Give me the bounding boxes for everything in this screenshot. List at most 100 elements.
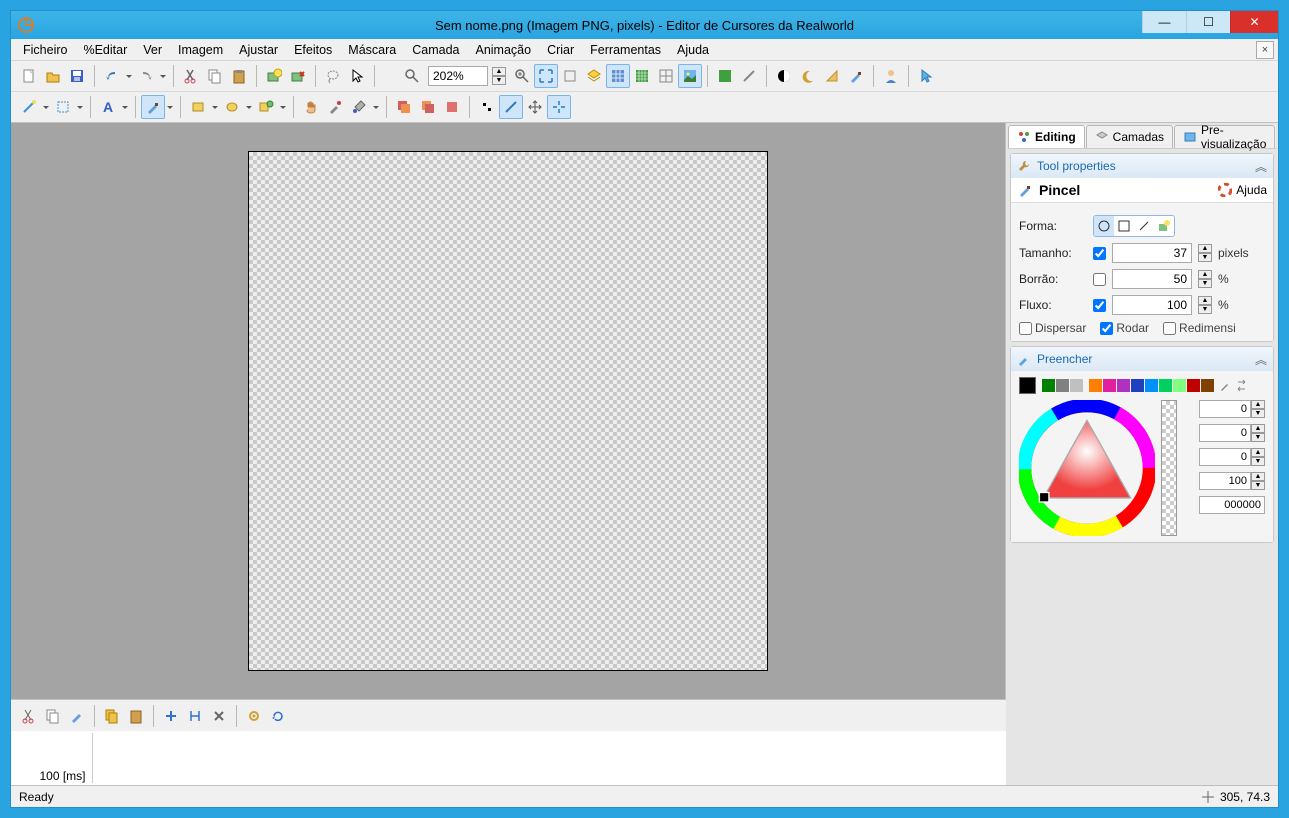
cursor-test-icon[interactable]	[914, 64, 938, 88]
c2-up[interactable]: ▲	[1251, 424, 1265, 433]
c2-down[interactable]: ▼	[1251, 433, 1265, 442]
contrast-icon[interactable]	[772, 64, 796, 88]
tab-editing[interactable]: Editing	[1008, 125, 1085, 148]
undo-dropdown[interactable]	[124, 72, 134, 81]
c1-up[interactable]: ▲	[1251, 400, 1265, 409]
grid-toggle-3[interactable]	[654, 64, 678, 88]
color-wheel[interactable]	[1019, 400, 1155, 536]
image-toggle[interactable]	[678, 64, 702, 88]
resize-checkbox[interactable]: Redimensi	[1163, 321, 1236, 335]
blur-input[interactable]	[1112, 269, 1192, 289]
size-down[interactable]: ▼	[1198, 253, 1212, 262]
layer-back-tool[interactable]	[416, 95, 440, 119]
shape-diagonal[interactable]	[1134, 216, 1154, 236]
moon-icon[interactable]	[796, 64, 820, 88]
layer-merge-tool[interactable]	[440, 95, 464, 119]
brush-dropdown[interactable]	[165, 103, 175, 112]
undo-button[interactable]	[100, 64, 124, 88]
menu-ferramentas[interactable]: Ferramentas	[582, 41, 669, 59]
c3-up[interactable]: ▲	[1251, 448, 1265, 457]
eyedropper-tool[interactable]	[323, 95, 347, 119]
menu-ajuda[interactable]: Ajuda	[669, 41, 717, 59]
new-layer-button[interactable]	[262, 64, 286, 88]
menu-ficheiro[interactable]: Ficheiro	[15, 41, 75, 59]
canvas[interactable]	[248, 151, 768, 671]
menu-mascara[interactable]: Máscara	[340, 41, 404, 59]
pixel-tool[interactable]	[475, 95, 499, 119]
user-icon[interactable]	[879, 64, 903, 88]
shape-circle[interactable]	[1094, 216, 1114, 236]
swatch[interactable]	[1131, 379, 1144, 392]
shape-ellipse-tool[interactable]	[220, 95, 244, 119]
marquee-tool[interactable]	[51, 95, 75, 119]
timeline-play-button[interactable]	[183, 704, 207, 728]
c3-down[interactable]: ▼	[1251, 457, 1265, 466]
maximize-button[interactable]: ☐	[1186, 11, 1230, 33]
line-tool[interactable]	[499, 95, 523, 119]
grid-toggle-1[interactable]	[606, 64, 630, 88]
timeline-gear-button[interactable]	[242, 704, 266, 728]
menu-animacao[interactable]: Animação	[467, 41, 539, 59]
shape-custom[interactable]	[1154, 216, 1174, 236]
wand-dropdown[interactable]	[41, 103, 51, 112]
shape-dropdown[interactable]	[210, 103, 220, 112]
c1-down[interactable]: ▼	[1251, 409, 1265, 418]
color-val-1[interactable]	[1199, 400, 1251, 418]
alpha-slider[interactable]	[1161, 400, 1177, 536]
timeline-track[interactable]: 100 [ms]	[11, 731, 1006, 785]
size-input[interactable]	[1112, 243, 1192, 263]
copy-button[interactable]	[203, 64, 227, 88]
timeline-loop-button[interactable]	[266, 704, 290, 728]
zoom-out-button[interactable]	[400, 64, 424, 88]
redo-dropdown[interactable]	[158, 72, 168, 81]
fill-panel-header[interactable]: Preencher ︽	[1011, 347, 1273, 371]
layers-icon[interactable]	[582, 64, 606, 88]
menu-ver[interactable]: Ver	[135, 41, 170, 59]
flow-down[interactable]: ▼	[1198, 305, 1212, 314]
redo-button[interactable]	[134, 64, 158, 88]
collapse-icon[interactable]: ︽	[1255, 351, 1267, 368]
rotate-checkbox[interactable]: Rodar	[1100, 321, 1149, 335]
blur-link-checkbox[interactable]	[1093, 273, 1106, 286]
pointer-button[interactable]	[345, 64, 369, 88]
layer-copy-tool[interactable]	[392, 95, 416, 119]
shape-rect-tool[interactable]	[186, 95, 210, 119]
crosshair-tool[interactable]	[547, 95, 571, 119]
swatch[interactable]	[1103, 379, 1116, 392]
marquee-dropdown[interactable]	[75, 103, 85, 112]
timeline-frame-0[interactable]: 100 [ms]	[33, 733, 93, 783]
flow-input[interactable]	[1112, 295, 1192, 315]
timeline-frame-paste[interactable]	[124, 704, 148, 728]
collapse-icon[interactable]: ︽	[1255, 158, 1267, 175]
swatch[interactable]	[1201, 379, 1214, 392]
pan-button[interactable]	[558, 64, 582, 88]
timeline-add-button[interactable]	[159, 704, 183, 728]
zoom-in-button[interactable]	[510, 64, 534, 88]
size-link-checkbox[interactable]	[1093, 247, 1106, 260]
swatch[interactable]	[1070, 379, 1083, 392]
fit-view-button[interactable]	[534, 64, 558, 88]
a-up[interactable]: ▲	[1251, 472, 1265, 481]
timeline-paste-button[interactable]	[65, 704, 89, 728]
menu-efeitos[interactable]: Efeitos	[286, 41, 340, 59]
shape-square[interactable]	[1114, 216, 1134, 236]
text-dropdown[interactable]	[120, 103, 130, 112]
blur-down[interactable]: ▼	[1198, 279, 1212, 288]
swatch[interactable]	[1117, 379, 1130, 392]
timeline-copy-button[interactable]	[41, 704, 65, 728]
flow-link-checkbox[interactable]	[1093, 299, 1106, 312]
swatch[interactable]	[1056, 379, 1069, 392]
scatter-checkbox[interactable]: Dispersar	[1019, 321, 1086, 335]
ellipse-dropdown[interactable]	[244, 103, 254, 112]
swatch[interactable]	[1042, 379, 1055, 392]
hand-tool[interactable]	[299, 95, 323, 119]
new-file-button[interactable]	[17, 64, 41, 88]
swatch-current[interactable]	[1019, 377, 1036, 394]
menu-criar[interactable]: Criar	[539, 41, 582, 59]
minimize-button[interactable]: —	[1142, 11, 1186, 33]
menu-imagem[interactable]: Imagem	[170, 41, 231, 59]
tab-preview[interactable]: Pre-visualização	[1174, 125, 1275, 148]
menu-camada[interactable]: Camada	[404, 41, 467, 59]
a-down[interactable]: ▼	[1251, 481, 1265, 490]
lasso-button[interactable]	[321, 64, 345, 88]
